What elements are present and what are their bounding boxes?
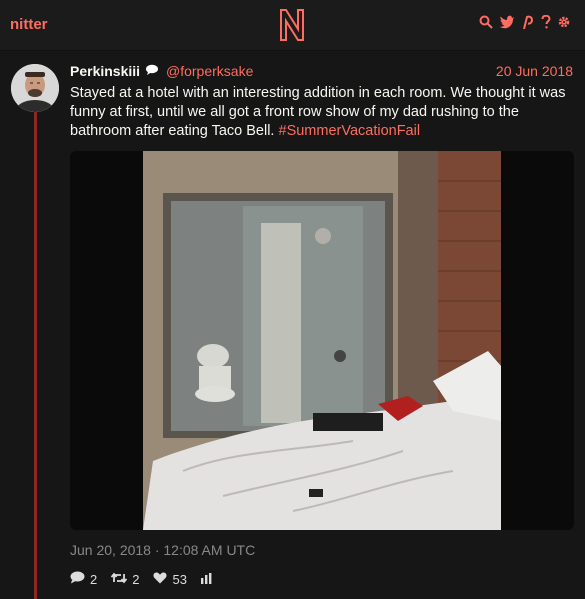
tweet-date-link[interactable]: 20 Jun 2018	[496, 63, 573, 79]
help-icon[interactable]	[541, 15, 551, 29]
nav-icons	[479, 15, 571, 29]
retweet-icon	[111, 572, 128, 587]
rss-icon[interactable]	[521, 15, 535, 29]
search-icon[interactable]	[479, 15, 493, 29]
tweet: Perkinskiii @forperksake 20 Jun 2018 Sta…	[0, 51, 585, 599]
tweet-stats: 2 2 53	[70, 571, 212, 587]
like-count: 53	[172, 571, 187, 587]
like-stat[interactable]: 53	[153, 571, 187, 587]
hotel-room-photo[interactable]	[143, 151, 501, 530]
settings-icon[interactable]	[557, 15, 571, 29]
nitter-logo-icon[interactable]	[278, 7, 306, 43]
reply-stat[interactable]: 2	[70, 571, 97, 587]
navbar: nitter	[0, 0, 585, 51]
fullname-link[interactable]: Perkinskiii	[70, 63, 140, 79]
username-link[interactable]: @forperksake	[166, 63, 253, 79]
speech-bubble-icon	[145, 63, 159, 81]
tweet-published-timestamp[interactable]: Jun 20, 2018 · 12:08 AM UTC	[70, 542, 255, 558]
retweet-stat[interactable]: 2	[111, 572, 139, 587]
bar-chart-icon	[200, 572, 212, 587]
heart-icon	[153, 572, 168, 587]
thread-line	[34, 111, 37, 599]
retweet-count: 2	[132, 571, 140, 587]
tweet-media[interactable]	[70, 151, 574, 530]
reply-count: 2	[90, 571, 98, 587]
avatar[interactable]	[11, 64, 59, 112]
comment-icon	[70, 571, 85, 587]
hashtag-link[interactable]: #SummerVacationFail	[279, 123, 421, 139]
site-brand-link[interactable]: nitter	[10, 16, 48, 33]
views-stat[interactable]	[200, 572, 212, 587]
twitter-icon[interactable]	[499, 15, 515, 29]
tweet-content: Stayed at a hotel with an interesting ad…	[70, 84, 575, 141]
